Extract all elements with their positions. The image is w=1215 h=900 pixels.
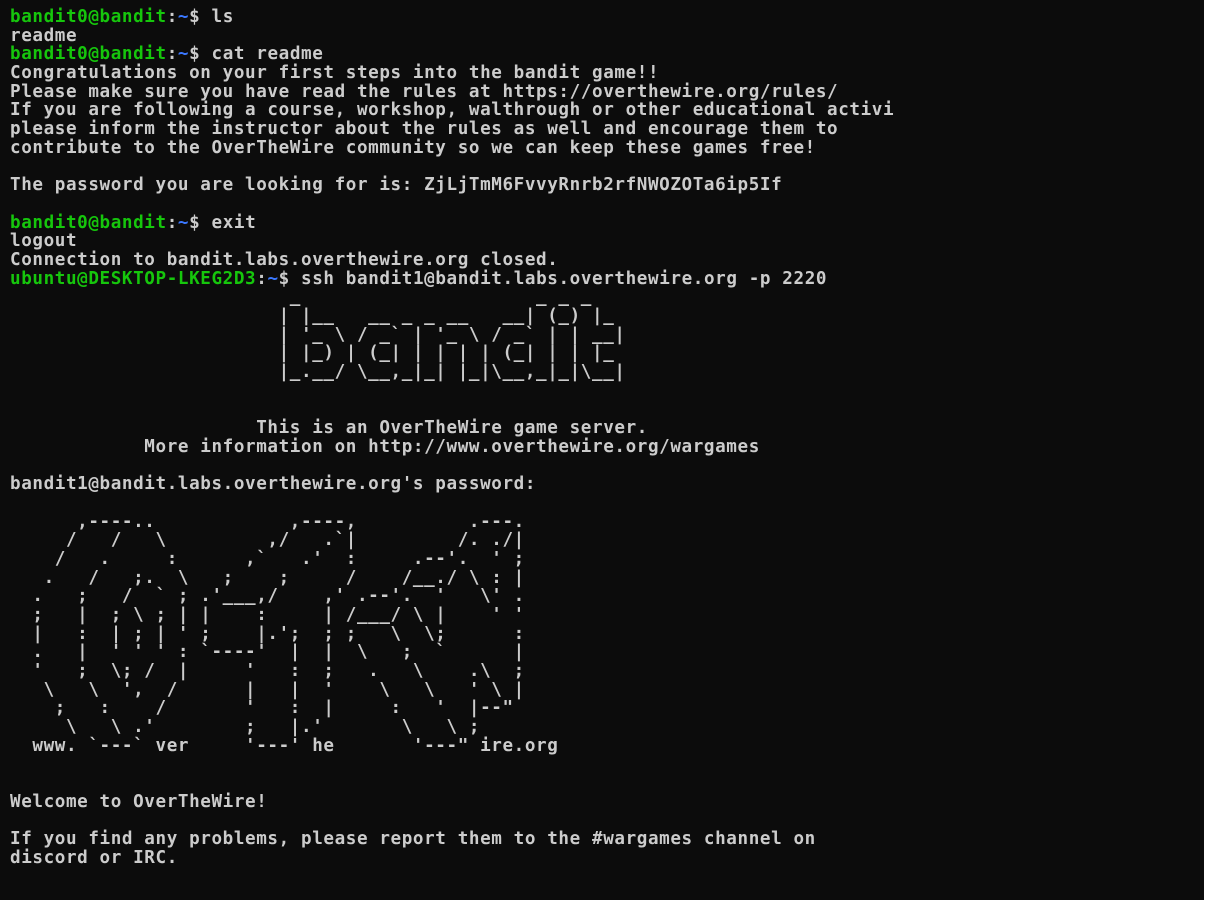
output-line: logout [10,231,78,252]
prompt-line: ubuntu@DESKTOP-LKEG2D3:~$ ssh bandit1@ba… [10,268,1204,289]
output-line: The password you are looking for is: ZjL… [10,175,783,196]
ascii-art-line: ' ; \; / | ' : ; . \ .\ ; [10,661,525,682]
output-line: This is an OverTheWire game server. [10,418,648,439]
prompt-separator: : [166,212,178,233]
prompt-line: bandit0@bandit:~$ exit [10,212,1204,233]
output-line: contribute to the OverTheWire community … [10,137,816,158]
prompt-line: bandit0@bandit:~$ cat readme [10,45,1204,64]
ascii-art-line: \ \ .' ; |.' \ \ ; [10,717,481,738]
ascii-art-line: |_.__/ \__,_|_| |_|\__,_|_|\__| [10,362,626,383]
prompt-sign: $ [189,44,201,65]
output-line: More information on http://www.overthewi… [10,436,760,457]
ascii-art-line: | |__ __ _ _ __ __| (_) |_ [10,306,615,326]
prompt-sign: $ [189,7,201,27]
command-text: ls [200,7,234,27]
ascii-art-line: ; : / ' : | : ' |--" [10,698,514,719]
output-line: If you are following a course, workshop,… [10,100,895,121]
ascii-art-line: www. `---` ver '---' he '---" ire.org [10,735,559,756]
output-line: Please make sure you have read the rules… [10,81,839,102]
terminal-window[interactable]: bandit0@bandit:~$ ls readme bandit0@bandit… [0,0,1204,900]
prompt-separator: : [166,44,178,65]
output-line: please inform the instructor about the r… [10,119,839,140]
ascii-art-line: | |_) | (_| | | | | (_| | | |_ [10,343,615,364]
ascii-art-line: / / \ ,/ .`| /. ./| [10,530,525,551]
ascii-art-line: | '_ \ / _` | '_ \ / _` | | __| [10,324,626,345]
prompt-path: ~ [267,268,279,289]
output-line: bandit1@bandit.labs.overthewire.org's pa… [10,474,537,495]
prompt-separator: : [256,268,268,289]
ascii-art-line: / . : ,` .' : .--'. ' ; [10,548,525,569]
ascii-art-line: ; | ; \ ; | | : | /___/ \ | ' ' [10,605,525,625]
ascii-art-line: . / ;. \ ; ; / /__./ \ : | [10,567,525,588]
prompt-path: ~ [177,44,190,65]
prompt-sign: $ [189,212,201,233]
ascii-art-line: | : | ; | ' ; |.'; ; ; \ \; : [10,623,525,644]
prompt-user: bandit0@bandit [10,44,167,65]
output-line: Congratulations on your first steps into… [10,63,660,84]
prompt-user: bandit0@bandit [10,212,167,233]
terminal-output: bandit0@bandit:~$ ls readme bandit0@bandit… [10,8,1204,868]
command-text: ssh bandit1@bandit.labs.overthewire.org … [289,268,828,289]
output-line: discord or IRC. [10,847,178,868]
output-line: If you find any problems, please report … [10,829,816,850]
output-line: Connection to bandit.labs.overthewire.or… [10,249,559,270]
prompt-sign: $ [278,268,290,289]
prompt-user: ubuntu@DESKTOP-LKEG2D3 [10,268,257,289]
prompt-path: ~ [177,212,190,233]
command-text: cat readme [200,44,324,65]
prompt-line: bandit0@bandit:~$ ls [10,8,1204,27]
prompt-user: bandit0@bandit [10,7,167,27]
ascii-art-line: _ _ _ _ [10,287,593,308]
prompt-separator: : [166,7,178,27]
command-text: exit [200,212,257,233]
ascii-art-line: . | ' ' ' : `----' | | \ ; ` | [10,642,525,663]
ascii-art-line: ,----.. ,----, .---. [10,511,525,532]
ascii-art-line: \ \ ', / | | ' \ \ ' \ | [10,679,525,700]
ascii-art-line: . ; / ` ; .'___,/ ,' .--'. ' \' . [10,586,525,607]
terminal-scrollbar[interactable] [1204,0,1215,900]
output-line: readme [10,25,78,46]
output-line: Welcome to OverTheWire! [10,791,268,812]
prompt-path: ~ [177,7,190,27]
